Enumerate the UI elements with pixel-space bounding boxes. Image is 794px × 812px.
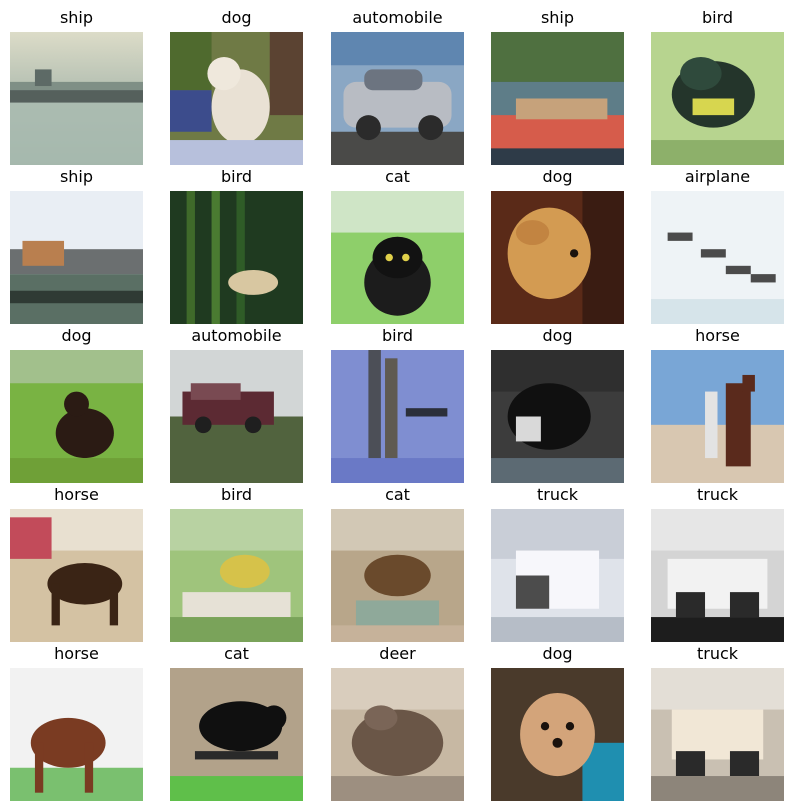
image-thumbnail <box>331 350 464 483</box>
image-cell: bird <box>331 324 464 484</box>
image-cell: horse <box>10 642 143 802</box>
image-thumbnail <box>170 668 303 801</box>
image-thumbnail <box>331 191 464 324</box>
image-label: airplane <box>684 167 751 186</box>
image-thumbnail <box>651 509 784 642</box>
image-label: dog <box>542 167 573 186</box>
image-thumbnail <box>491 509 624 642</box>
image-thumbnail <box>651 32 784 165</box>
image-thumbnail <box>170 350 303 483</box>
image-cell: dog <box>491 324 624 484</box>
image-label: horse <box>54 644 99 663</box>
image-thumbnail <box>10 32 143 165</box>
image-thumbnail <box>10 509 143 642</box>
image-cell: automobile <box>170 324 303 484</box>
image-label: cat <box>385 485 410 504</box>
image-label: automobile <box>191 326 282 345</box>
image-cell: truck <box>491 483 624 643</box>
image-grid: ship dog automobile ship bird ship bird … <box>10 6 784 802</box>
image-thumbnail <box>170 509 303 642</box>
image-cell: dog <box>491 165 624 325</box>
image-cell: ship <box>491 6 624 166</box>
image-label: dog <box>542 326 573 345</box>
image-label: dog <box>221 8 252 27</box>
image-cell: dog <box>10 324 143 484</box>
image-cell: truck <box>651 483 784 643</box>
image-thumbnail <box>331 509 464 642</box>
image-label: bird <box>220 485 253 504</box>
image-label: dog <box>61 326 92 345</box>
image-cell: dog <box>491 642 624 802</box>
image-cell: deer <box>331 642 464 802</box>
image-thumbnail <box>651 191 784 324</box>
image-cell: dog <box>170 6 303 166</box>
image-thumbnail <box>651 350 784 483</box>
image-label: dog <box>542 644 573 663</box>
image-thumbnail <box>170 32 303 165</box>
image-label: automobile <box>352 8 443 27</box>
image-cell: cat <box>170 642 303 802</box>
image-cell: airplane <box>651 165 784 325</box>
image-thumbnail <box>491 668 624 801</box>
image-cell: ship <box>10 6 143 166</box>
image-thumbnail <box>331 668 464 801</box>
image-label: horse <box>695 326 740 345</box>
image-thumbnail <box>10 350 143 483</box>
image-label: ship <box>59 8 94 27</box>
image-label: ship <box>59 167 94 186</box>
image-label: bird <box>701 8 734 27</box>
image-cell: truck <box>651 642 784 802</box>
image-cell: horse <box>10 483 143 643</box>
image-label: bird <box>381 326 414 345</box>
image-cell: horse <box>651 324 784 484</box>
image-label: truck <box>696 644 739 663</box>
image-thumbnail <box>331 32 464 165</box>
image-cell: bird <box>170 165 303 325</box>
image-thumbnail <box>651 668 784 801</box>
image-label: cat <box>385 167 410 186</box>
image-thumbnail <box>10 191 143 324</box>
image-cell: ship <box>10 165 143 325</box>
image-label: bird <box>220 167 253 186</box>
image-thumbnail <box>10 668 143 801</box>
image-label: horse <box>54 485 99 504</box>
image-label: cat <box>224 644 249 663</box>
image-label: ship <box>540 8 575 27</box>
image-cell: bird <box>170 483 303 643</box>
image-thumbnail <box>491 350 624 483</box>
image-cell: cat <box>331 483 464 643</box>
image-label: truck <box>696 485 739 504</box>
image-cell: automobile <box>331 6 464 166</box>
image-cell: bird <box>651 6 784 166</box>
image-thumbnail <box>491 191 624 324</box>
image-thumbnail <box>491 32 624 165</box>
image-thumbnail <box>170 191 303 324</box>
image-cell: cat <box>331 165 464 325</box>
image-label: truck <box>536 485 579 504</box>
image-label: deer <box>379 644 416 663</box>
